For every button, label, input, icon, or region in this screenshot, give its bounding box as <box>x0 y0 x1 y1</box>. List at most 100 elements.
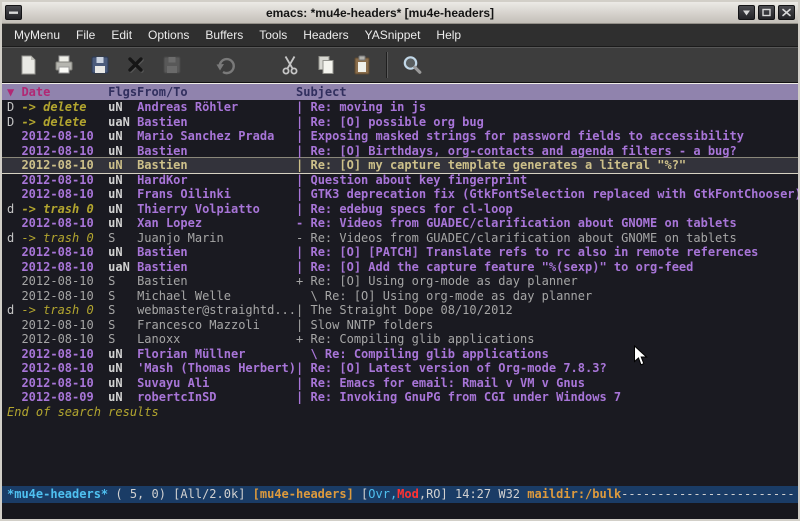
message-flags: S <box>108 289 137 303</box>
mark-char <box>7 274 21 288</box>
message-subject: Re: [O] Birthdays, org-contacts and agen… <box>310 144 736 158</box>
message-from: Juanjo Marin <box>137 231 296 245</box>
message-row[interactable]: d -> trash 0 uN Thierry Volpiatto | Re: … <box>2 202 798 217</box>
new-file-icon <box>16 53 40 77</box>
message-date: 2012-08-10 <box>21 158 108 172</box>
message-row[interactable]: 2012-08-10 uN Bastien | Re: [O] my captu… <box>2 158 798 173</box>
message-flags: uN <box>108 173 137 187</box>
sort-column-date[interactable]: ▼ Date <box>7 85 50 99</box>
message-subject: Exposing masked strings for password fie… <box>310 129 743 143</box>
column-headers: FlgsFrom/To Subject <box>50 85 346 99</box>
menu-buffers[interactable]: Buffers <box>197 24 251 46</box>
message-row[interactable]: 2012-08-10 uN Bastien | Re: [O] [PATCH] … <box>2 245 798 260</box>
menu-mymenu[interactable]: MyMenu <box>6 24 68 46</box>
close-button[interactable] <box>778 5 795 20</box>
mark-char <box>7 187 21 201</box>
message-date: 2012-08-10 <box>21 129 108 143</box>
message-row[interactable]: 2012-08-10 S Lanoxx + Re: Compiling glib… <box>2 332 798 347</box>
modeline-stats: ( 5, 0) [All/2.0k] <box>108 487 253 501</box>
menu-help[interactable]: Help <box>428 24 469 46</box>
undo-icon <box>214 53 238 77</box>
maximize-button[interactable] <box>758 5 775 20</box>
message-row[interactable]: 2012-08-10 S Bastien + Re: [O] Using org… <box>2 274 798 289</box>
message-subject: Re: [O] Using org-mode as day planner <box>325 289 592 303</box>
message-from: Bastien <box>137 158 296 172</box>
message-row[interactable]: 2012-08-10 uaN Bastien | Re: [O] Add the… <box>2 260 798 275</box>
menu-file[interactable]: File <box>68 24 103 46</box>
save-as-button[interactable] <box>158 51 186 79</box>
minibuffer[interactable] <box>2 503 798 519</box>
message-row[interactable]: 2012-08-10 uN 'Mash (Thomas Herbert)| Re… <box>2 361 798 376</box>
save-button[interactable] <box>86 51 114 79</box>
mark-char: d <box>7 202 21 216</box>
message-date: 2012-08-10 <box>21 144 108 158</box>
menu-tools[interactable]: Tools <box>251 24 295 46</box>
message-row[interactable]: 2012-08-10 uN Suvayu Ali | Re: Emacs for… <box>2 376 798 391</box>
message-row[interactable]: d -> trash 0 S webmaster@straightd...| T… <box>2 303 798 318</box>
message-subject: Re: [O] Using org-mode as day planner <box>310 274 577 288</box>
titlebar[interactable]: emacs: *mu4e-headers* [mu4e-headers] <box>2 2 798 24</box>
mark-char <box>7 390 21 404</box>
mark-char <box>7 289 21 303</box>
message-subject: Re: Emacs for email: Rmail v VM v Gnus <box>310 376 585 390</box>
emacs-window: emacs: *mu4e-headers* [mu4e-headers] MyM… <box>0 0 800 521</box>
action-label: -> trash 0 <box>21 231 108 245</box>
message-flags: uaN <box>108 260 137 274</box>
window-title: emacs: *mu4e-headers* [mu4e-headers] <box>25 6 735 20</box>
message-from: Frans Oilinki <box>137 187 296 201</box>
menu-yasnippet[interactable]: YASnippet <box>357 24 429 46</box>
message-row[interactable]: 2012-08-09 uN robertcInSD | Re: Invoking… <box>2 390 798 405</box>
message-subject: Re: edebug specs for cl-loop <box>310 202 512 216</box>
message-flags: S <box>108 332 137 346</box>
message-row[interactable]: 2012-08-10 S Michael Welle \ Re: [O] Usi… <box>2 289 798 304</box>
print-icon <box>52 53 76 77</box>
paste-button[interactable] <box>348 51 376 79</box>
message-row[interactable]: 2012-08-10 uN Xan Lopez - Re: Videos fro… <box>2 216 798 231</box>
menu-headers[interactable]: Headers <box>295 24 356 46</box>
message-row[interactable]: 2012-08-10 uN Florian Müllner \ Re: Comp… <box>2 347 798 362</box>
message-from: Thierry Volpiatto <box>137 202 296 216</box>
print-button[interactable] <box>50 51 78 79</box>
mark-char <box>7 173 21 187</box>
cut-button[interactable] <box>276 51 304 79</box>
new-file-button[interactable] <box>14 51 42 79</box>
close-buffer-button[interactable] <box>122 51 150 79</box>
message-row[interactable]: 2012-08-10 uN Bastien | Re: [O] Birthday… <box>2 144 798 159</box>
search-button[interactable] <box>398 51 426 79</box>
menu-options[interactable]: Options <box>140 24 197 46</box>
thread-indicator: | <box>296 158 310 172</box>
message-from: robertcInSD <box>137 390 296 404</box>
action-label: -> trash 0 <box>21 303 108 317</box>
message-row[interactable]: D -> delete uN Andreas Röhler | Re: movi… <box>2 100 798 115</box>
toolbar <box>2 47 798 83</box>
mode-line[interactable]: *mu4e-headers* ( 5, 0) [All/2.0k] [mu4e-… <box>2 486 798 503</box>
undo-button[interactable] <box>212 51 240 79</box>
header-line[interactable]: ▼ Date FlgsFrom/To Subject <box>2 84 798 100</box>
minimize-button[interactable] <box>738 5 755 20</box>
message-subject: Re: Videos from GUADEC/clarification abo… <box>310 216 736 230</box>
message-row[interactable]: 2012-08-10 uN Frans Oilinki | GTK3 depre… <box>2 187 798 202</box>
message-date: 2012-08-10 <box>21 216 108 230</box>
copy-button[interactable] <box>312 51 340 79</box>
message-date: 2012-08-10 <box>21 361 108 375</box>
message-subject: Re: [O] [PATCH] Translate refs to rc als… <box>310 245 758 259</box>
message-row[interactable]: D -> delete uaN Bastien | Re: [O] possib… <box>2 115 798 130</box>
message-flags: uN <box>108 390 137 404</box>
message-subject: Re: Invoking GnuPG from CGI under Window… <box>310 390 621 404</box>
message-from: Bastien <box>137 115 296 129</box>
menu-edit[interactable]: Edit <box>103 24 140 46</box>
modeline-major-mode[interactable]: [mu4e-headers] <box>253 487 354 501</box>
message-from: Mario Sanchez Prada <box>137 129 296 143</box>
thread-indicator: | <box>296 173 310 187</box>
thread-indicator: \ <box>296 347 325 361</box>
message-row[interactable]: 2012-08-10 S Francesco Mazzoli | Slow NN… <box>2 318 798 333</box>
window-menu-button[interactable] <box>5 5 22 20</box>
message-row[interactable]: d -> trash 0 S Juanjo Marin - Re: Videos… <box>2 231 798 246</box>
thread-indicator: | <box>296 202 310 216</box>
message-date: 2012-08-10 <box>21 173 108 187</box>
modeline-maildir: maildir:/bulk <box>527 487 621 501</box>
message-row[interactable]: 2012-08-10 uN Mario Sanchez Prada | Expo… <box>2 129 798 144</box>
message-flags: S <box>108 318 137 332</box>
message-row[interactable]: 2012-08-10 uN HardKor | Question about k… <box>2 173 798 188</box>
message-from: Lanoxx <box>137 332 296 346</box>
